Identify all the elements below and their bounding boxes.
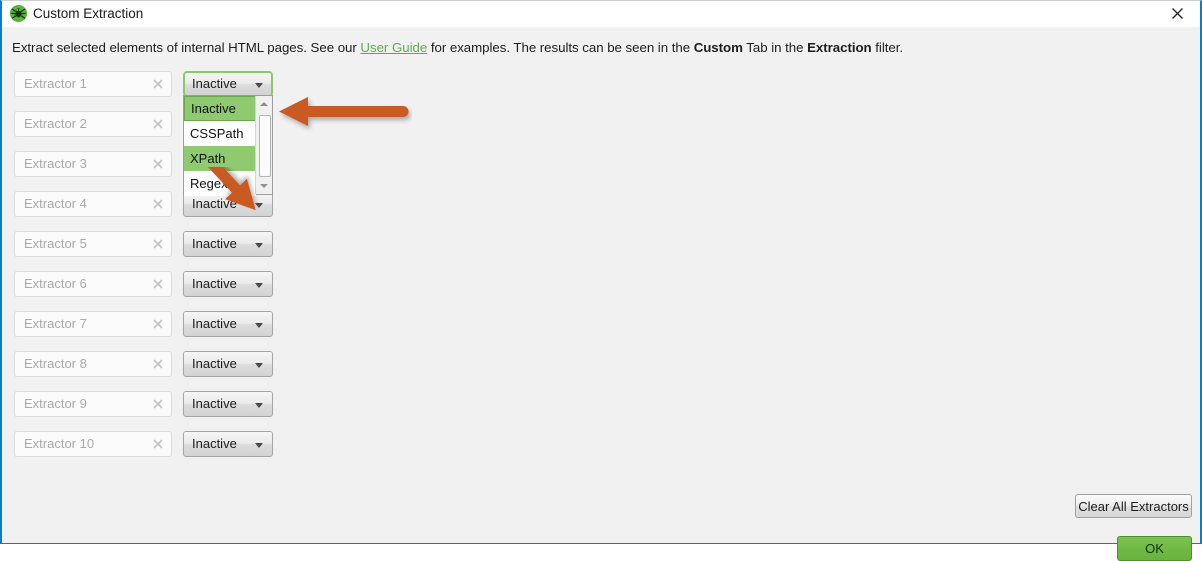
combo-value-10: Inactive — [192, 436, 237, 451]
description-part-2: for examples. The results can be seen in… — [427, 40, 694, 55]
dialog-body: Extract selected elements of internal HT… — [2, 27, 1200, 561]
chevron-down-icon[interactable] — [256, 178, 272, 194]
clear-all-extractors-button[interactable]: Clear All Extractors — [1075, 494, 1192, 518]
chevron-up-icon[interactable] — [256, 96, 272, 112]
combo-value-6: Inactive — [192, 276, 237, 291]
extractor-mode-combo-1[interactable]: Inactive — [183, 71, 273, 97]
extractor-placeholder-6: Extractor 6 — [24, 276, 87, 291]
user-guide-link[interactable]: User Guide — [360, 40, 427, 55]
extractor-placeholder-1: Extractor 1 — [24, 76, 87, 91]
clear-all-extractors-label: Clear All Extractors — [1078, 498, 1189, 514]
clear-x-icon[interactable] — [151, 157, 165, 171]
extractor-input-3[interactable]: Extractor 3 — [14, 151, 172, 177]
clear-x-icon[interactable] — [151, 77, 165, 91]
combo-value-9: Inactive — [192, 396, 237, 411]
chevron-down-icon — [255, 443, 263, 448]
clear-x-icon[interactable] — [151, 397, 165, 411]
description-part-4: filter. — [871, 40, 904, 55]
extractor-input-5[interactable]: Extractor 5 — [14, 231, 172, 257]
extractor-mode-combo-5[interactable]: Inactive — [183, 231, 273, 257]
extractor-placeholder-7: Extractor 7 — [24, 316, 87, 331]
combo-value-8: Inactive — [192, 356, 237, 371]
close-icon[interactable] — [1155, 1, 1200, 26]
extractor-mode-combo-6[interactable]: Inactive — [183, 271, 273, 297]
clear-x-icon[interactable] — [151, 357, 165, 371]
title-bar: Custom Extraction — [2, 1, 1200, 28]
extractor-placeholder-4: Extractor 4 — [24, 196, 87, 211]
extractor-placeholder-2: Extractor 2 — [24, 116, 87, 131]
combo-value-5: Inactive — [192, 236, 237, 251]
chevron-down-icon — [255, 323, 263, 328]
dropdown-option-list: Inactive CSSPath XPath Regex — [184, 96, 256, 196]
spider-icon — [10, 5, 27, 22]
dropdown-option-regex[interactable]: Regex — [184, 171, 256, 196]
extractor-placeholder-8: Extractor 8 — [24, 356, 87, 371]
dropdown-scrollbar[interactable] — [255, 96, 272, 194]
extractor-input-1[interactable]: Extractor 1 — [14, 71, 172, 97]
window-title: Custom Extraction — [33, 6, 144, 21]
description-part-1: Extract selected elements of internal HT… — [12, 40, 361, 55]
clear-x-icon[interactable] — [151, 437, 165, 451]
extractor-input-7[interactable]: Extractor 7 — [14, 311, 172, 337]
extractor-placeholder-5: Extractor 5 — [24, 236, 87, 251]
description-part-3: Tab in the — [742, 40, 808, 55]
chevron-down-icon — [255, 283, 263, 288]
combo-value-7: Inactive — [192, 316, 237, 331]
extractor-input-6[interactable]: Extractor 6 — [14, 271, 172, 297]
extractor-input-10[interactable]: Extractor 10 — [14, 431, 172, 457]
extractor-placeholder-9: Extractor 9 — [24, 396, 87, 411]
extractor-placeholder-3: Extractor 3 — [24, 156, 87, 171]
chevron-down-icon — [255, 243, 263, 248]
chevron-down-icon — [255, 363, 263, 368]
extractor-mode-dropdown-popup: Inactive CSSPath XPath Regex — [183, 95, 273, 196]
combo-value-4: Inactive — [192, 196, 237, 211]
chevron-down-icon — [255, 83, 263, 88]
ok-button-label: OK — [1145, 541, 1164, 556]
extractor-placeholder-10: Extractor 10 — [24, 436, 95, 451]
custom-extraction-dialog: Custom Extraction Extract selected eleme… — [0, 0, 1202, 561]
clear-x-icon[interactable] — [151, 237, 165, 251]
extractor-mode-combo-10[interactable]: Inactive — [183, 431, 273, 457]
extractor-input-9[interactable]: Extractor 9 — [14, 391, 172, 417]
clear-x-icon[interactable] — [151, 197, 165, 211]
extractor-input-8[interactable]: Extractor 8 — [14, 351, 172, 377]
dropdown-option-csspath[interactable]: CSSPath — [184, 121, 256, 146]
chevron-down-icon — [255, 403, 263, 408]
description-text: Extract selected elements of internal HT… — [12, 40, 903, 55]
arrow-to-dropdown — [279, 97, 409, 126]
dropdown-option-xpath[interactable]: XPath — [184, 146, 256, 171]
clear-x-icon[interactable] — [151, 277, 165, 291]
ok-button[interactable]: OK — [1117, 536, 1192, 561]
clear-x-icon[interactable] — [151, 317, 165, 331]
extractor-input-4[interactable]: Extractor 4 — [14, 191, 172, 217]
clear-x-icon[interactable] — [151, 117, 165, 131]
dropdown-option-inactive[interactable]: Inactive — [184, 96, 256, 121]
description-bold-extraction: Extraction — [807, 40, 872, 55]
combo-value-1: Inactive — [192, 76, 237, 91]
extractor-mode-combo-9[interactable]: Inactive — [183, 391, 273, 417]
extractor-input-2[interactable]: Extractor 2 — [14, 111, 172, 137]
chevron-down-icon — [255, 203, 263, 208]
extractor-mode-combo-7[interactable]: Inactive — [183, 311, 273, 337]
extractor-mode-combo-8[interactable]: Inactive — [183, 351, 273, 377]
description-bold-custom: Custom — [693, 40, 743, 55]
scrollbar-thumb[interactable] — [259, 115, 271, 177]
